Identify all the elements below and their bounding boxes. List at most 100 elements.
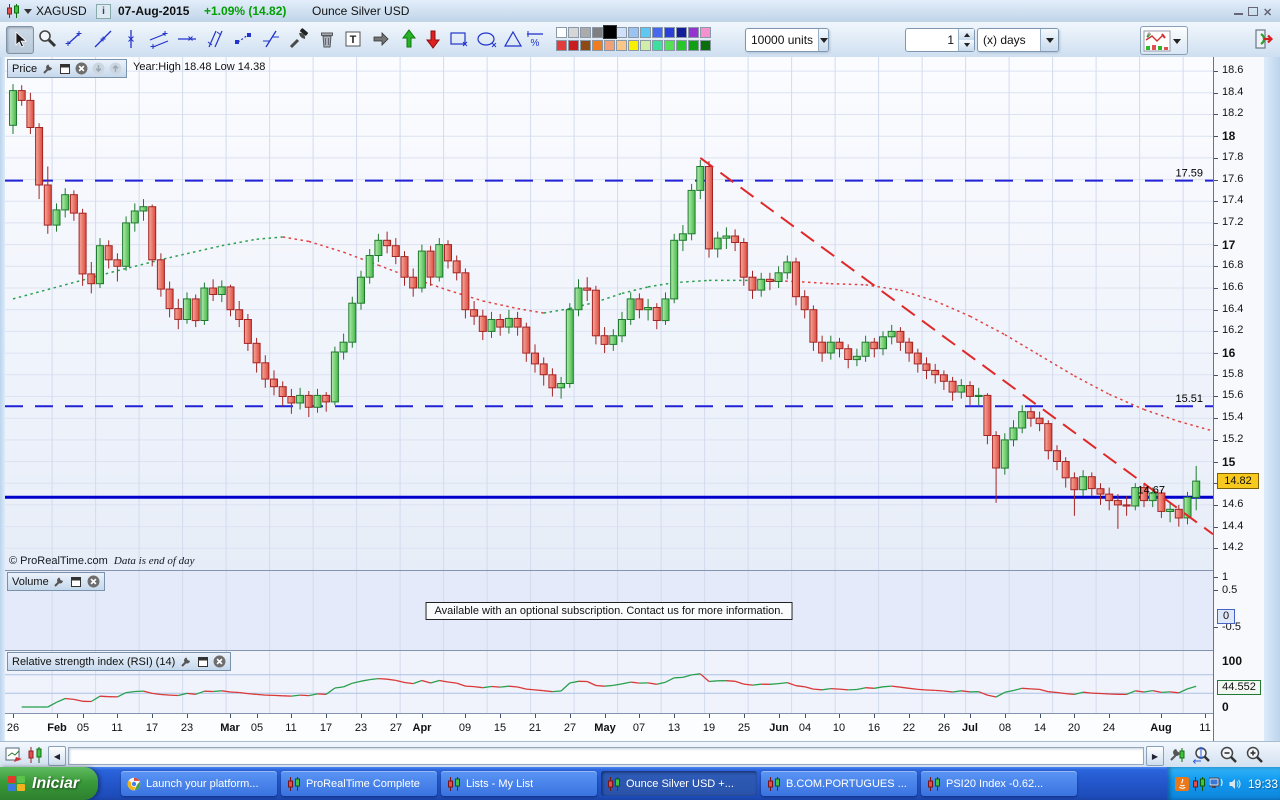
zoom-in-button[interactable]: [1244, 745, 1264, 765]
taskbar-item-2[interactable]: ProRealTime Complete: [281, 771, 437, 796]
down-arrow-tool-button[interactable]: [420, 26, 446, 52]
palette-color-13[interactable]: [556, 40, 567, 51]
interval-spinner[interactable]: 1: [905, 28, 975, 52]
palette-color-25[interactable]: [700, 40, 711, 51]
axis-settings-button[interactable]: [1168, 745, 1188, 765]
palette-color-20[interactable]: [640, 40, 651, 51]
timeframe-dropdown-icon[interactable]: [1040, 29, 1058, 51]
delete-tool-button[interactable]: [314, 26, 340, 52]
price-settings-icon[interactable]: [41, 62, 54, 75]
palette-color-0[interactable]: [556, 27, 567, 38]
percent-retracement-tool-button[interactable]: %: [524, 26, 546, 52]
vertical-line-tool-button[interactable]: [118, 26, 144, 52]
price-tick: [1214, 223, 1218, 224]
palette-color-3[interactable]: [592, 27, 603, 38]
scroll-left-button[interactable]: ◀: [48, 746, 66, 766]
palette-color-8[interactable]: [652, 27, 663, 38]
chart-type-button[interactable]: [1140, 26, 1188, 55]
zoom-tool-button[interactable]: [34, 26, 60, 52]
time-axis[interactable]: 26 Feb 05 11 17 23 Mar 05 11 17 23 27 Ap…: [5, 713, 1213, 742]
taskbar-item-5[interactable]: B.COM.PORTUGUES ...: [761, 771, 917, 796]
rsi-close-icon[interactable]: [213, 655, 226, 668]
volume-panel-title: Volume: [12, 576, 49, 588]
parallel-lines-tool-button[interactable]: [202, 26, 228, 52]
rsi-panel[interactable]: Relative strength index (RSI) (14): [5, 650, 1213, 713]
triangle-tool-button[interactable]: [500, 26, 526, 52]
volume-close-icon[interactable]: [87, 575, 100, 588]
palette-color-10[interactable]: [676, 27, 687, 38]
palette-color-9[interactable]: [664, 27, 675, 38]
palette-color-11[interactable]: [688, 27, 699, 38]
palette-color-17[interactable]: [604, 40, 615, 51]
minimize-icon[interactable]: [1234, 6, 1246, 16]
price-move-up-icon[interactable]: [109, 62, 122, 75]
close-icon[interactable]: ✕: [1263, 6, 1275, 16]
price-move-down-icon[interactable]: [92, 62, 105, 75]
zoom-out-button[interactable]: [1218, 745, 1238, 765]
taskbar-item-4[interactable]: Ounce Silver USD +...: [601, 771, 757, 796]
pointer-tool-button[interactable]: [6, 26, 34, 54]
horizontal-line-tool-button[interactable]: [174, 26, 200, 52]
rsi-settings-icon[interactable]: [179, 655, 192, 668]
short-segment-tool-button[interactable]: [230, 26, 256, 52]
spinner-down-icon[interactable]: [959, 40, 974, 51]
start-button[interactable]: Iniciar: [0, 767, 98, 800]
segment-tool-button[interactable]: [62, 26, 88, 52]
palette-color-18[interactable]: [616, 40, 627, 51]
drawing-settings-button[interactable]: [286, 26, 312, 52]
restore-icon[interactable]: [1248, 6, 1260, 16]
rectangle-tool-button[interactable]: [446, 26, 472, 52]
palette-color-12[interactable]: [700, 27, 711, 38]
palette-color-5[interactable]: [616, 27, 627, 38]
volume-tray-icon[interactable]: [1228, 777, 1242, 791]
units-dropdown-icon[interactable]: [818, 29, 828, 51]
price-tick-label: 18: [1222, 129, 1235, 143]
palette-color-4[interactable]: [603, 25, 617, 39]
spinner-up-icon[interactable]: [959, 29, 974, 40]
timeframe-combo[interactable]: (x) days: [977, 28, 1059, 52]
palette-color-2[interactable]: [580, 27, 591, 38]
taskbar-item-6[interactable]: PSI20 Index -0.62...: [921, 771, 1077, 796]
trend-slash-tool-button[interactable]: [258, 26, 284, 52]
price-window-icon[interactable]: [58, 62, 71, 75]
up-arrow-tool-button[interactable]: [396, 26, 422, 52]
volume-panel[interactable]: Volume Available with an optional subscr…: [5, 570, 1213, 650]
prorealtime-tray-icon[interactable]: [1192, 777, 1206, 791]
zoom-range-button[interactable]: [1192, 745, 1212, 765]
info-icon[interactable]: i: [96, 4, 111, 19]
ellipse-tool-button[interactable]: [474, 26, 500, 52]
chart-type-dropdown-icon[interactable]: [1173, 39, 1181, 48]
line-tool-button[interactable]: [90, 26, 116, 52]
palette-color-14[interactable]: [568, 40, 579, 51]
price-close-icon[interactable]: [75, 62, 88, 75]
palette-color-24[interactable]: [688, 40, 699, 51]
channel-tool-button[interactable]: [146, 26, 172, 52]
palette-color-22[interactable]: [664, 40, 675, 51]
right-arrow-tool-button[interactable]: [368, 26, 394, 52]
units-combo[interactable]: 10000 units: [745, 28, 829, 52]
palette-color-23[interactable]: [676, 40, 687, 51]
palette-color-7[interactable]: [640, 27, 651, 38]
palette-color-15[interactable]: [580, 40, 591, 51]
price-chart-canvas[interactable]: 17.5915.5114.67 Price Year:High 18.48 Lo…: [5, 57, 1213, 570]
volume-window-icon[interactable]: [70, 575, 83, 588]
java-tray-icon[interactable]: [1175, 777, 1189, 791]
price-axis[interactable]: 14.2 14.4 14.6 14.8 15 15.2 15.4 15.6 15…: [1213, 57, 1265, 741]
network-display-tray-icon[interactable]: [1209, 777, 1225, 791]
horizontal-scrollbar-track[interactable]: [68, 747, 1144, 765]
palette-color-1[interactable]: [568, 27, 579, 38]
scroll-right-button[interactable]: ▶: [1146, 746, 1164, 766]
palette-color-21[interactable]: [652, 40, 663, 51]
palette-color-16[interactable]: [592, 40, 603, 51]
taskbar-item-3[interactable]: Lists - My List: [441, 771, 597, 796]
link-charts-button[interactable]: [26, 745, 46, 765]
rsi-window-icon[interactable]: [196, 655, 209, 668]
palette-color-19[interactable]: [628, 40, 639, 51]
text-tool-button[interactable]: T: [340, 26, 366, 52]
taskbar-item-1[interactable]: Launch your platform...: [121, 771, 277, 796]
detach-chart-button[interactable]: [4, 745, 24, 765]
palette-color-6[interactable]: [628, 27, 639, 38]
symbol-dropdown-icon[interactable]: [24, 9, 32, 18]
exit-button[interactable]: [1250, 25, 1278, 53]
volume-settings-icon[interactable]: [53, 575, 66, 588]
